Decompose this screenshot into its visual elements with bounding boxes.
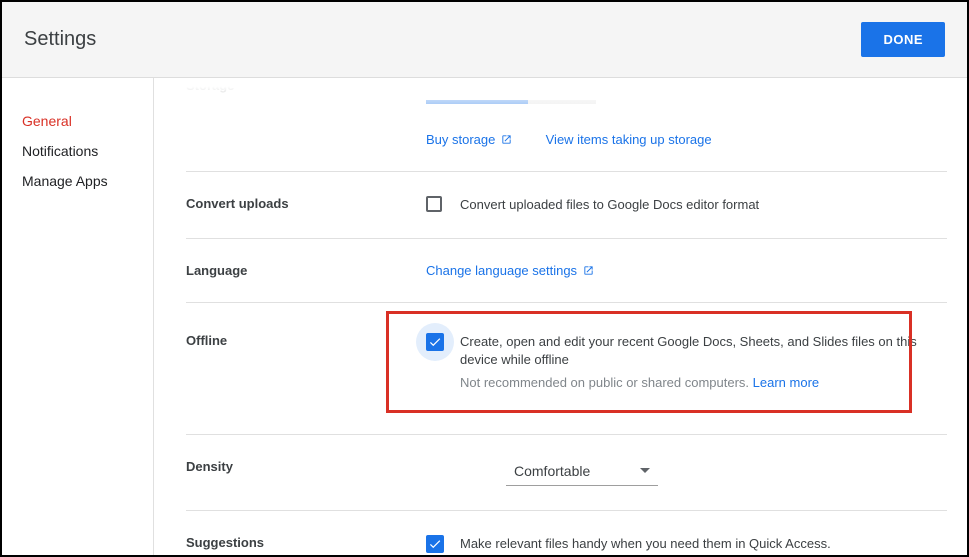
settings-sidebar: General Notifications Manage Apps bbox=[2, 78, 154, 555]
suggestions-checkbox[interactable] bbox=[426, 535, 444, 553]
change-language-link[interactable]: Change language settings bbox=[426, 263, 594, 278]
section-label-language: Language bbox=[186, 263, 426, 278]
sidebar-item-notifications[interactable]: Notifications bbox=[2, 136, 153, 166]
external-link-icon bbox=[501, 133, 512, 144]
section-suggestions: Suggestions Make relevant files handy wh… bbox=[186, 511, 947, 555]
view-storage-items-link[interactable]: View items taking up storage bbox=[546, 132, 712, 147]
section-label-convert: Convert uploads bbox=[186, 196, 426, 214]
suggestions-description: Make relevant files handy when you need … bbox=[460, 535, 831, 553]
section-offline: Offline Create, open and edit your recen… bbox=[186, 303, 947, 435]
section-storage: Storage 9 GB of 15 GB used Buy storage V… bbox=[186, 78, 947, 172]
sidebar-item-manage-apps[interactable]: Manage Apps bbox=[2, 166, 153, 196]
storage-progress-bar bbox=[426, 100, 596, 104]
external-link-icon bbox=[583, 264, 594, 275]
offline-subtext: Not recommended on public or shared comp… bbox=[460, 374, 947, 392]
done-button[interactable]: DONE bbox=[861, 22, 945, 57]
offline-description: Create, open and edit your recent Google… bbox=[460, 333, 947, 369]
offline-learn-more-link[interactable]: Learn more bbox=[753, 375, 819, 390]
buy-storage-link[interactable]: Buy storage bbox=[426, 132, 516, 147]
page-title: Settings bbox=[24, 28, 96, 51]
section-language: Language Change language settings bbox=[186, 239, 947, 303]
section-convert-uploads: Convert uploads Convert uploaded files t… bbox=[186, 172, 947, 239]
storage-usage-text: 9 GB of 15 GB used bbox=[426, 78, 947, 88]
offline-checkbox[interactable] bbox=[426, 333, 444, 351]
chevron-down-icon bbox=[640, 468, 650, 473]
sidebar-item-general[interactable]: General bbox=[2, 106, 153, 136]
convert-uploads-label: Convert uploaded files to Google Docs ed… bbox=[460, 196, 759, 214]
dialog-header: Settings DONE bbox=[2, 2, 967, 78]
settings-content: Storage 9 GB of 15 GB used Buy storage V… bbox=[154, 78, 967, 555]
density-dropdown[interactable]: Comfortable bbox=[506, 459, 658, 486]
section-label-suggestions: Suggestions bbox=[186, 535, 426, 553]
section-density: Density Comfortable bbox=[186, 435, 947, 511]
section-label-offline: Offline bbox=[186, 333, 426, 392]
section-label-storage: Storage bbox=[186, 78, 426, 147]
section-label-density: Density bbox=[186, 459, 426, 486]
density-value: Comfortable bbox=[514, 463, 590, 479]
convert-uploads-checkbox[interactable] bbox=[426, 196, 444, 214]
